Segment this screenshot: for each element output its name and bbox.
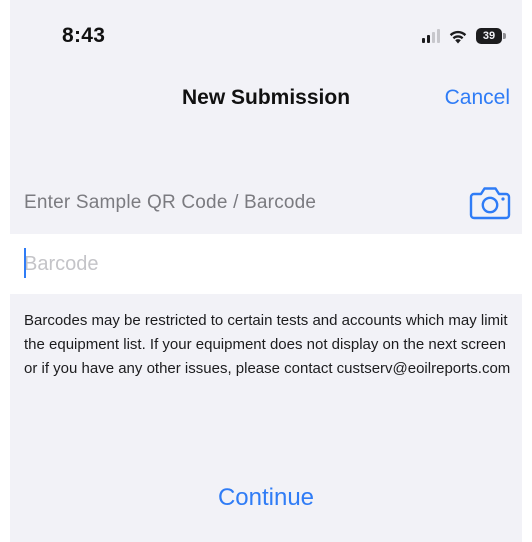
barcode-input[interactable] — [24, 247, 504, 281]
status-icons: 39 — [422, 26, 508, 46]
battery-level: 39 — [476, 28, 502, 44]
barcode-input-row — [10, 234, 522, 294]
continue-button[interactable]: Continue — [10, 484, 522, 512]
status-bar: 8:43 39 — [10, 0, 522, 72]
wifi-icon — [449, 30, 467, 43]
cellular-signal-icon — [422, 29, 440, 43]
help-text: Barcodes may be restricted to certain te… — [24, 312, 511, 377]
text-cursor — [24, 248, 26, 278]
battery-icon: 39 — [476, 28, 508, 45]
phone-screen: 8:43 39 New Submission Cancel Enter Samp… — [10, 0, 522, 542]
scan-camera-button[interactable] — [468, 184, 512, 220]
section-label: Enter Sample QR Code / Barcode — [24, 192, 317, 213]
status-time: 8:43 — [62, 24, 106, 47]
camera-icon — [469, 187, 511, 220]
cancel-button[interactable]: Cancel — [445, 86, 510, 110]
